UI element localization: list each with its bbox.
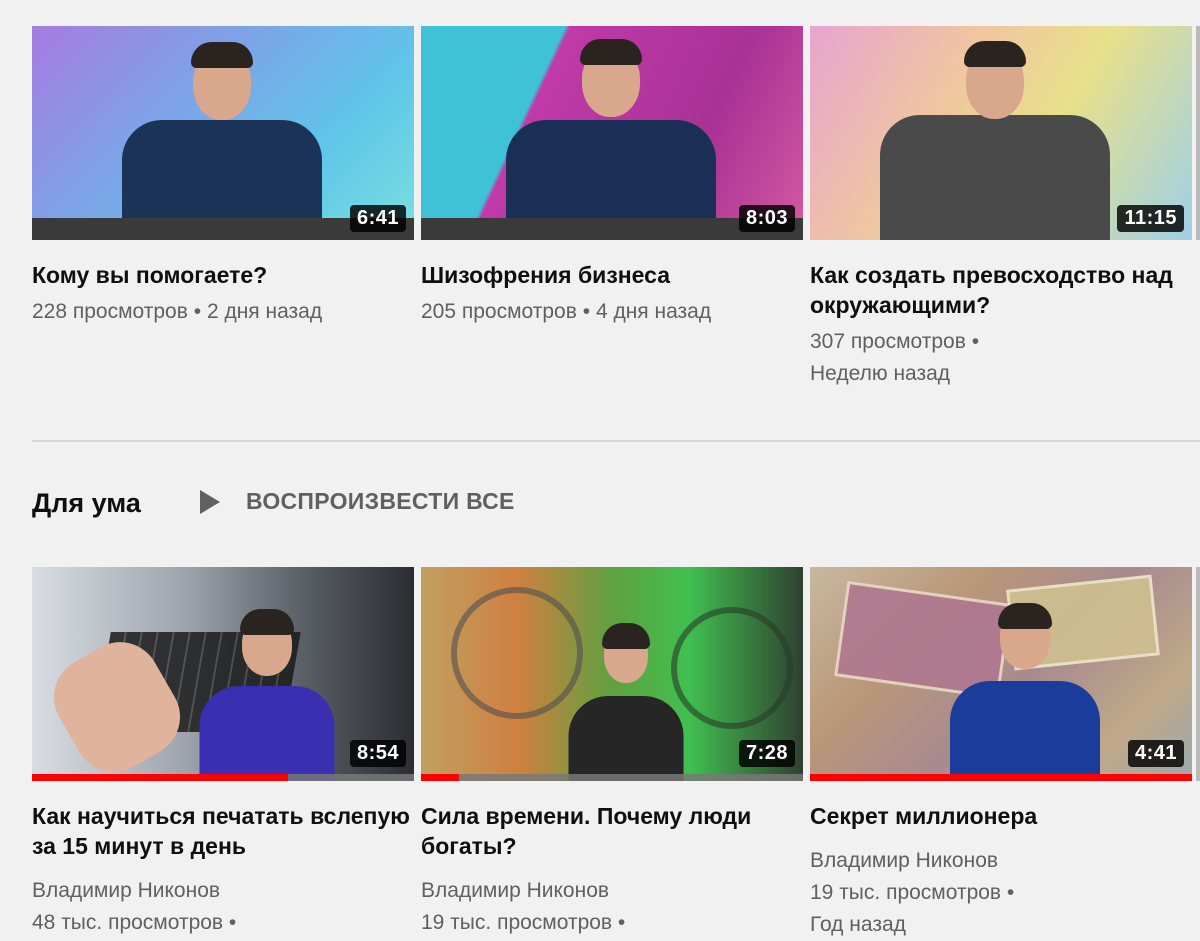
view-count: 228 просмотров (32, 300, 188, 323)
duration-badge: 8:54 (349, 740, 406, 767)
upload-age: Неделю назад (810, 362, 951, 385)
video-meta: 228 просмотров • 2 дня назад (32, 296, 414, 328)
video-card[interactable]: 8:03 Шизофрения бизнеса 205 просмотров •… (421, 26, 803, 328)
presenter-image (192, 606, 342, 781)
video-card[interactable]: 6:41 Кому вы помогаете? 228 просмотров •… (32, 26, 414, 328)
video-card[interactable]: 7:28 Сила времени. Почему люди богаты? В… (421, 567, 803, 939)
play-icon (200, 489, 220, 514)
presenter-image (940, 601, 1110, 781)
presenter-image (112, 40, 332, 240)
upload-age: 2 дня назад (206, 300, 323, 323)
duration-badge: 6:41 (349, 205, 406, 232)
video-thumbnail[interactable]: 4:41 (810, 567, 1192, 781)
channel-name[interactable]: Владимир Никонов (810, 845, 1192, 877)
channel-name[interactable]: Владимир Никонов (32, 875, 414, 907)
next-thumbnail-edge (1196, 26, 1200, 240)
next-thumbnail-edge (1196, 567, 1200, 781)
watch-progress-bar (421, 774, 803, 781)
video-title[interactable]: Сила времени. Почему люди богаты? (421, 801, 803, 861)
duration-badge: 11:15 (1117, 205, 1184, 232)
video-title[interactable]: Секрет миллионера (810, 801, 1192, 831)
view-count: 19 тыс. просмотров • (810, 881, 1015, 904)
upload-age: 4 дня назад (595, 300, 712, 323)
upload-age: Год назад (810, 913, 906, 936)
video-card[interactable]: 4:41 Секрет миллионера Владимир Никонов … (810, 567, 1192, 941)
duration-badge: 4:41 (1127, 740, 1184, 767)
duration-badge: 8:03 (738, 205, 795, 232)
view-count: 48 тыс. просмотров • (32, 911, 237, 934)
video-card[interactable]: 11:15 Как создать превосходство над окру… (810, 26, 1192, 390)
video-thumbnail[interactable]: 8:54 (32, 567, 414, 781)
view-count: 205 просмотров (421, 300, 577, 323)
presenter-image (870, 35, 1120, 240)
video-thumbnail[interactable]: 11:15 (810, 26, 1192, 240)
view-count: 307 просмотров • (810, 330, 980, 353)
watch-progress-bar (32, 774, 414, 781)
video-thumbnail[interactable]: 7:28 (421, 567, 803, 781)
view-count: 19 тыс. просмотров • (421, 911, 626, 934)
play-all-label: ВОСПРОИЗВЕСТИ ВСЕ (246, 488, 515, 514)
video-title[interactable]: Как научиться печатать вслепую за 15 мин… (32, 801, 414, 861)
watch-progress-fill (810, 774, 1192, 781)
video-title[interactable]: Шизофрения бизнеса (421, 260, 803, 290)
presenter-image (491, 35, 731, 240)
video-title[interactable]: Кому вы помогаете? (32, 260, 414, 290)
watch-progress-bar (810, 774, 1192, 781)
video-meta: 205 просмотров • 4 дня назад (421, 296, 803, 328)
section-divider (32, 440, 1200, 442)
watch-progress-fill (32, 774, 288, 781)
meta-separator: • (193, 300, 202, 323)
video-thumbnail[interactable]: 8:03 (421, 26, 803, 240)
video-title[interactable]: Как создать превосходство над окружающим… (810, 260, 1192, 320)
watch-progress-fill (421, 774, 460, 781)
play-all-button[interactable]: ВОСПРОИЗВЕСТИ ВСЕ (200, 488, 515, 515)
shelf-title[interactable]: Для ума (32, 488, 141, 519)
video-card[interactable]: 8:54 Как научиться печатать вслепую за 1… (32, 567, 414, 939)
presenter-image (561, 621, 691, 781)
video-thumbnail[interactable]: 6:41 (32, 26, 414, 240)
channel-name[interactable]: Владимир Никонов (421, 875, 803, 907)
meta-separator: • (582, 300, 591, 323)
duration-badge: 7:28 (738, 740, 795, 767)
